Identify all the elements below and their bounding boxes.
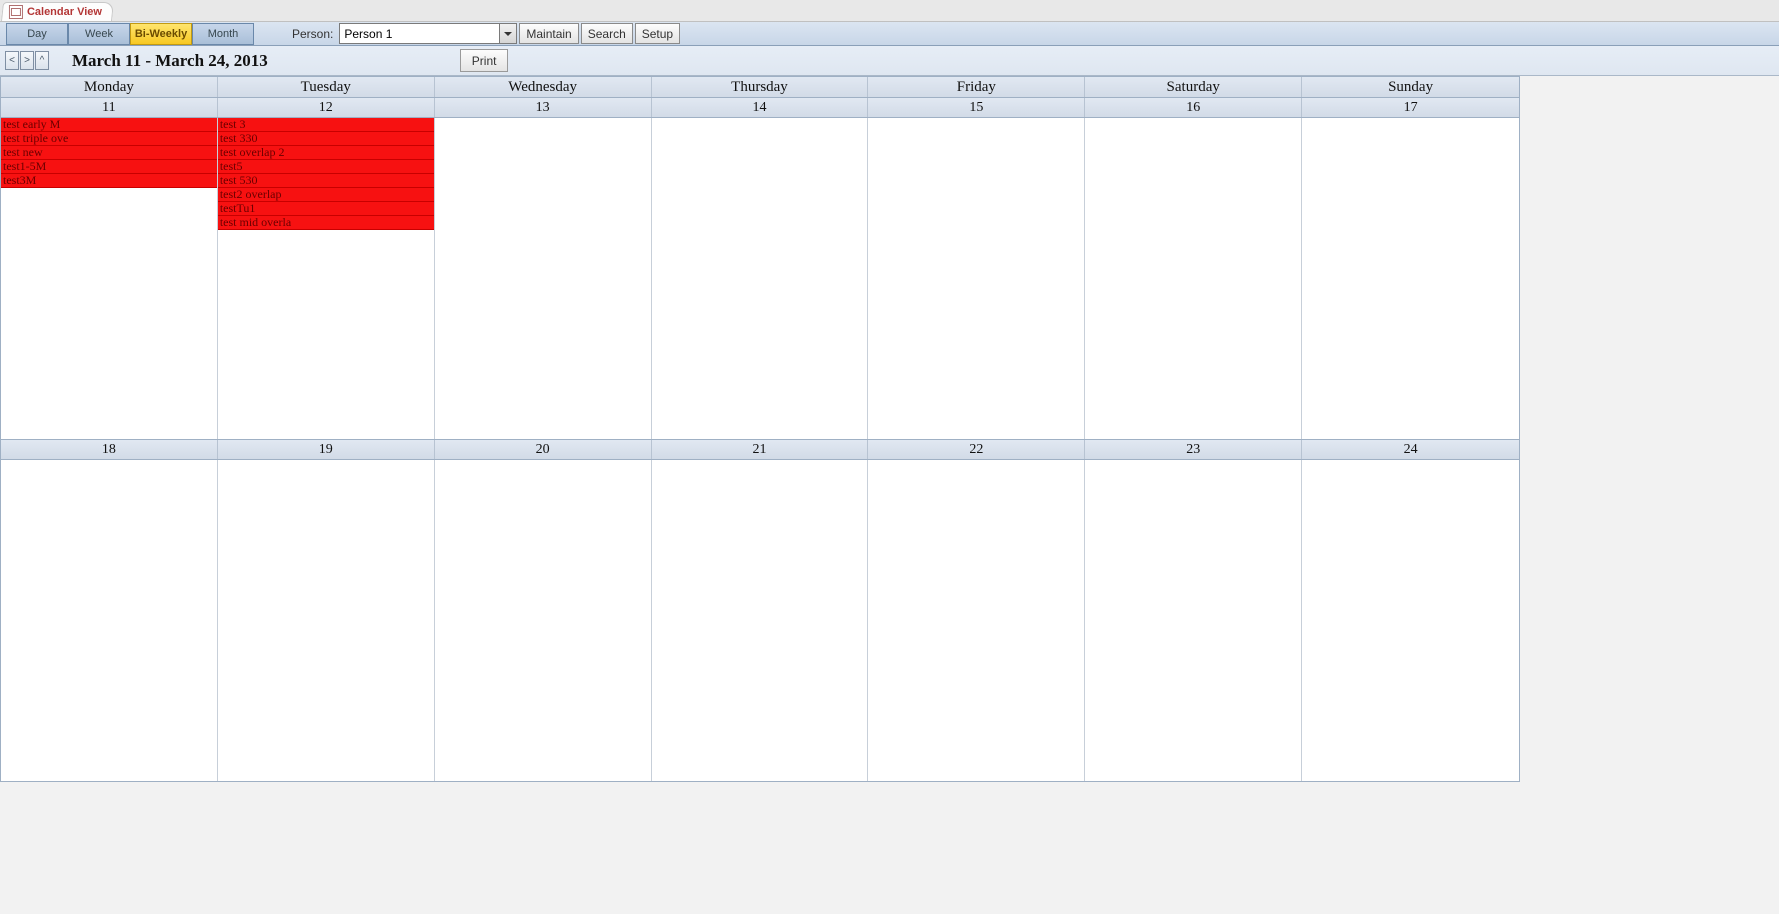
view-biweekly-button[interactable]: Bi-Weekly (130, 23, 192, 45)
day-header: Friday (868, 77, 1085, 97)
calendar-event[interactable]: test triple ove (1, 132, 217, 146)
week-row (0, 460, 1520, 782)
search-button[interactable]: Search (581, 23, 633, 44)
day-header: Sunday (1302, 77, 1519, 97)
date-header[interactable]: 13 (435, 98, 652, 117)
date-header[interactable]: 14 (652, 98, 869, 117)
day-header: Monday (1, 77, 218, 97)
date-header[interactable]: 12 (218, 98, 435, 117)
person-label: Person: (292, 27, 333, 41)
calendar-event[interactable]: test1-5M (1, 160, 217, 174)
day-cell[interactable] (218, 460, 435, 781)
day-cell[interactable] (868, 460, 1085, 781)
day-header: Tuesday (218, 77, 435, 97)
date-header[interactable]: 19 (218, 440, 435, 459)
view-week-button[interactable]: Week (68, 23, 130, 45)
date-header[interactable]: 24 (1302, 440, 1519, 459)
day-header: Thursday (652, 77, 869, 97)
day-cell[interactable] (1302, 118, 1519, 439)
day-cell[interactable]: test 3test 330test overlap 2test5test 53… (218, 118, 435, 439)
day-header-row: MondayTuesdayWednesdayThursdayFridaySatu… (0, 76, 1520, 98)
calendar-event[interactable]: test 3 (218, 118, 434, 132)
day-cell[interactable] (652, 118, 869, 439)
day-cell[interactable]: test early Mtest triple ovetest newtest1… (1, 118, 218, 439)
day-cell[interactable] (1085, 460, 1302, 781)
day-cell[interactable] (1085, 118, 1302, 439)
date-header-row: 11121314151617 (0, 98, 1520, 118)
nav-bar: < > ^ March 11 - March 24, 2013 Print (0, 46, 1779, 76)
toolbar: Day Week Bi-Weekly Month Person: Person … (0, 22, 1779, 46)
calendar-event[interactable]: test early M (1, 118, 217, 132)
calendar-grid: MondayTuesdayWednesdayThursdayFridaySatu… (0, 76, 1520, 782)
day-cell[interactable] (1302, 460, 1519, 781)
date-header[interactable]: 17 (1302, 98, 1519, 117)
day-cell[interactable] (1, 460, 218, 781)
person-selected-value: Person 1 (344, 27, 392, 41)
day-header: Wednesday (435, 77, 652, 97)
calendar-event[interactable]: test 530 (218, 174, 434, 188)
day-cell[interactable] (868, 118, 1085, 439)
view-day-button[interactable]: Day (6, 23, 68, 45)
date-header[interactable]: 15 (868, 98, 1085, 117)
view-month-button[interactable]: Month (192, 23, 254, 45)
date-header[interactable]: 11 (1, 98, 218, 117)
date-range-title: March 11 - March 24, 2013 (72, 51, 268, 71)
calendar-event[interactable]: test2 overlap (218, 188, 434, 202)
chevron-down-icon[interactable] (499, 24, 516, 43)
date-header[interactable]: 23 (1085, 440, 1302, 459)
date-header-row: 18192021222324 (0, 440, 1520, 460)
calendar-event[interactable]: test3M (1, 174, 217, 188)
week-row: test early Mtest triple ovetest newtest1… (0, 118, 1520, 440)
date-header[interactable]: 18 (1, 440, 218, 459)
next-button[interactable]: > (20, 51, 34, 70)
calendar-event[interactable]: testTu1 (218, 202, 434, 216)
day-cell[interactable] (435, 118, 652, 439)
date-header[interactable]: 21 (652, 440, 869, 459)
calendar-event[interactable]: test 330 (218, 132, 434, 146)
person-select[interactable]: Person 1 (339, 23, 517, 44)
print-button[interactable]: Print (460, 49, 509, 72)
maintain-button[interactable]: Maintain (519, 23, 578, 44)
day-cell[interactable] (435, 460, 652, 781)
calendar-event[interactable]: test overlap 2 (218, 146, 434, 160)
calendar-event[interactable]: test new (1, 146, 217, 160)
tab-title: Calendar View (27, 6, 102, 18)
up-button[interactable]: ^ (35, 51, 49, 70)
date-header[interactable]: 16 (1085, 98, 1302, 117)
calendar-event[interactable]: test5 (218, 160, 434, 174)
date-header[interactable]: 20 (435, 440, 652, 459)
day-header: Saturday (1085, 77, 1302, 97)
setup-button[interactable]: Setup (635, 23, 680, 44)
window-tabbar: Calendar View (0, 0, 1779, 22)
form-icon (9, 5, 23, 19)
tab-calendar-view[interactable]: Calendar View (1, 2, 114, 21)
date-header[interactable]: 22 (868, 440, 1085, 459)
day-cell[interactable] (652, 460, 869, 781)
prev-button[interactable]: < (5, 51, 19, 70)
calendar-event[interactable]: test mid overla (218, 216, 434, 230)
